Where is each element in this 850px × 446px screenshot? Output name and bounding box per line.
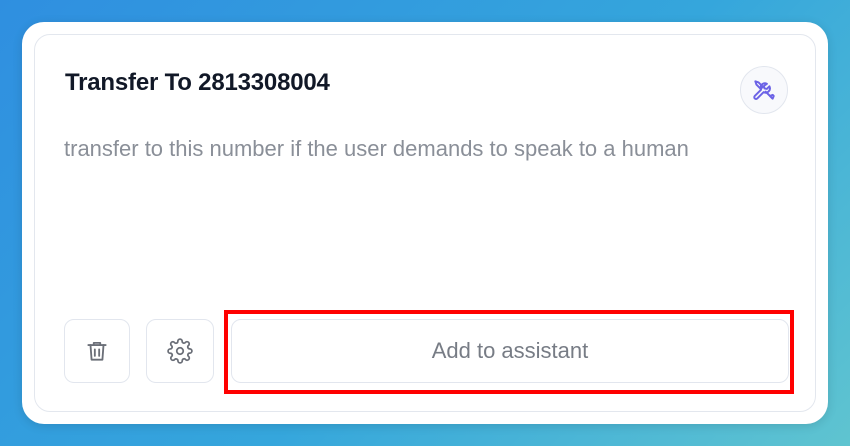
tool-description: transfer to this number if the user dema… <box>64 136 689 161</box>
gear-icon <box>167 338 193 364</box>
trash-icon <box>87 341 107 361</box>
delete-button[interactable] <box>64 319 130 383</box>
add-to-assistant-button[interactable]: Add to assistant <box>231 319 789 383</box>
settings-button[interactable] <box>146 319 214 383</box>
tool-title: Transfer To 2813308004 <box>65 69 330 96</box>
tool-type-badge <box>740 66 788 114</box>
tools-icon <box>753 80 775 100</box>
tool-card: Transfer To 2813308004 transfer to this … <box>34 34 816 412</box>
